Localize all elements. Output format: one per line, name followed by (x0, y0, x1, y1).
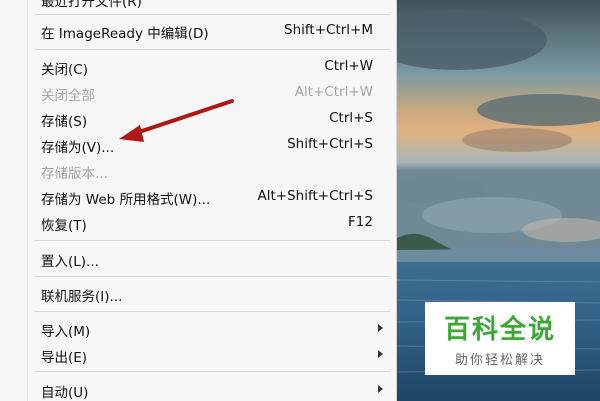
red-arrow-annotation (119, 99, 234, 142)
